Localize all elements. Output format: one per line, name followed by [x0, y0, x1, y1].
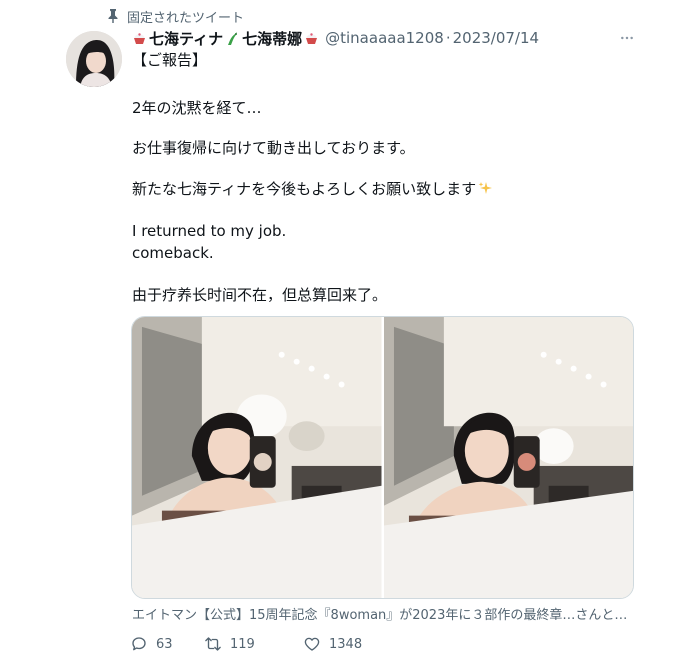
shaved-ice-emoji	[306, 32, 318, 44]
tweet-header: 七海ティナ 七海蒂娜 @tinaaaaa1208 · 2023/07/14	[132, 28, 539, 48]
sparkles-emoji	[478, 182, 493, 194]
author-name[interactable]: 七海ティナ 七海蒂娜	[132, 28, 319, 49]
like-button[interactable]: 1348	[303, 635, 413, 653]
pin-icon	[108, 9, 118, 23]
header-separator: ·	[445, 29, 451, 47]
reply-button[interactable]: 63	[130, 635, 204, 653]
tweet-date[interactable]: 2023/07/14	[453, 29, 539, 47]
tweet-photo-1[interactable]	[132, 317, 382, 598]
tweet-line: 【ご報告】	[132, 51, 208, 69]
retweet-icon	[205, 637, 221, 651]
heart-icon	[304, 637, 320, 651]
more-icon	[621, 36, 633, 40]
tweet-line: comeback.	[132, 244, 214, 262]
more-options-button[interactable]	[614, 28, 640, 48]
tweet-photo-2[interactable]	[383, 317, 633, 598]
avatar[interactable]	[66, 31, 122, 87]
retweet-count: 119	[230, 636, 255, 652]
reply-icon	[132, 637, 146, 651]
tweet-line: 由于疗养长时间不在，但总算回来了。	[132, 286, 388, 304]
tweet-media	[131, 316, 634, 599]
tweet-line: 2年の沈黙を経て…	[132, 99, 262, 117]
pinned-tweet-label: 固定されたツイート	[107, 7, 245, 26]
author-handle[interactable]: @tinaaaaa1208	[325, 29, 444, 47]
reply-count: 63	[156, 636, 173, 652]
shaved-ice-emoji	[134, 32, 145, 44]
like-count: 1348	[329, 636, 363, 652]
quote-tweet-link[interactable]: エイトマン【公式】15周年記念『8woman』が2023年に３部作の最終章…さん…	[132, 604, 637, 623]
pinned-tweet-text: 固定されたツイート	[127, 10, 245, 26]
tweet-line: 新たな七海ティナを今後もよろしくお願い致します	[132, 180, 477, 198]
dragon-emoji	[228, 31, 238, 45]
tweet-line: I returned to my job.	[132, 222, 287, 240]
tweet-line-with-emoji: 新たな七海ティナを今後もよろしくお願い致します	[132, 179, 493, 199]
tweet-line: お仕事復帰に向けて動き出しております。	[132, 139, 415, 157]
tweet-actions: 63 119 1348	[130, 634, 413, 654]
retweet-button[interactable]: 119	[204, 635, 303, 653]
